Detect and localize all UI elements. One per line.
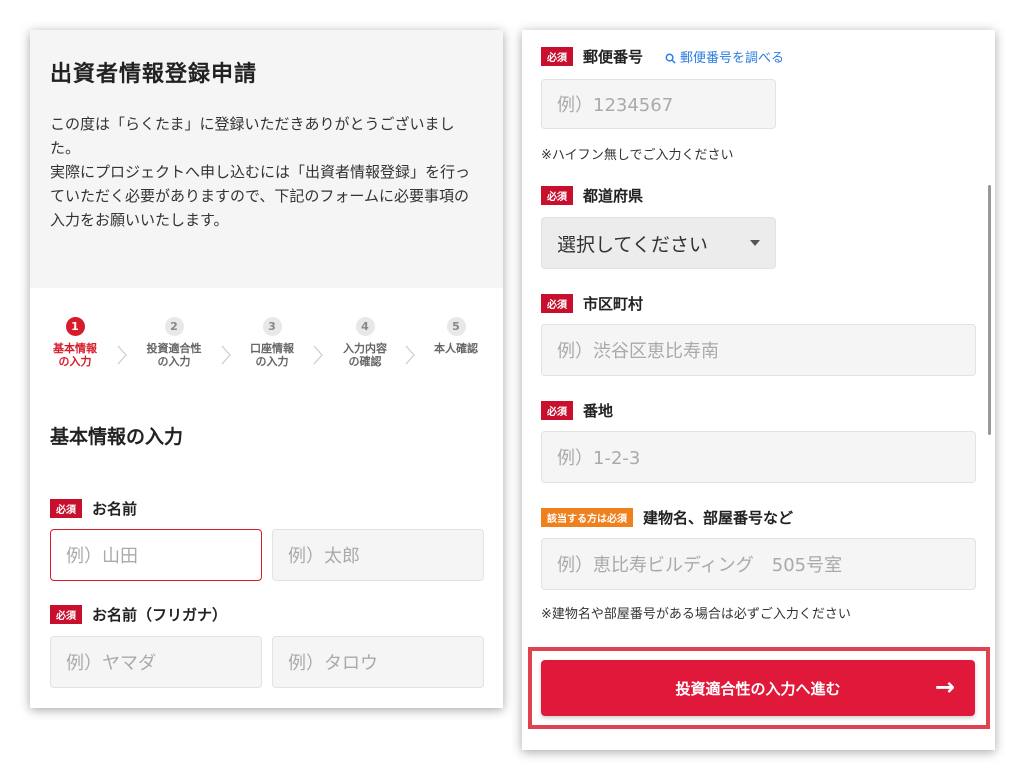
street-label: 番地 bbox=[583, 402, 614, 420]
step-4-label: 入力内容 の確認 bbox=[343, 342, 387, 368]
city-input[interactable]: 例）渋谷区恵比寿南 bbox=[541, 324, 976, 376]
kana-label: お名前（フリガナ） bbox=[92, 606, 228, 624]
name-label: お名前 bbox=[92, 500, 138, 518]
step-1-number: 1 bbox=[65, 317, 85, 336]
zip-input[interactable]: 例）1234567 bbox=[541, 79, 776, 129]
submit-button-label: 投資適合性の入力へ進む bbox=[675, 679, 841, 698]
building-input[interactable]: 例）恵比寿ビルディング 505号室 bbox=[541, 538, 976, 590]
name-label-row: 必須 お名前 bbox=[50, 498, 137, 519]
street-input[interactable]: 例）1-2-3 bbox=[541, 431, 976, 483]
chevron-right-icon bbox=[221, 345, 231, 365]
step-3-number: 3 bbox=[262, 317, 282, 336]
arrow-right-icon: → bbox=[934, 673, 955, 701]
step-3-label: 口座情報 の入力 bbox=[250, 342, 294, 368]
pref-label: 都道府県 bbox=[583, 187, 644, 205]
zip-label: 郵便番号 bbox=[583, 48, 644, 66]
building-note: ※建物名や部屋番号がある場合は必ずご入力ください bbox=[541, 607, 851, 622]
prefecture-select-value: 選択してください bbox=[557, 233, 708, 256]
scrollbar[interactable] bbox=[988, 185, 991, 435]
search-icon bbox=[665, 53, 676, 64]
zip-note: ※ハイフン無しでご入力ください bbox=[541, 148, 734, 163]
kana-label-row: 必須 お名前（フリガナ） bbox=[50, 604, 227, 625]
step-1-label: 基本情報 の入力 bbox=[53, 342, 97, 368]
required-badge: 必須 bbox=[541, 294, 573, 313]
chevron-right-icon bbox=[117, 345, 127, 365]
intro-text: この度は「らくたま」に登録いただきありがとうございました。 実際にプロジェクトへ… bbox=[50, 115, 471, 229]
first-name-kana-input[interactable]: 例）タロウ bbox=[272, 636, 484, 688]
caret-down-icon bbox=[750, 240, 760, 246]
step-3: 3 口座情報 の入力 bbox=[237, 317, 307, 368]
step-1: 1 基本情報 の入力 bbox=[40, 317, 110, 368]
progress-steps: 1 基本情報 の入力 2 投資適合性 の入力 3 口座情報 の入力 4 入力内容… bbox=[30, 317, 503, 387]
first-name-input[interactable]: 例）太郎 bbox=[272, 529, 484, 581]
building-label-row: 該当する方は必須 建物名、部屋番号など bbox=[541, 507, 793, 528]
step-4-number: 4 bbox=[355, 317, 375, 336]
section-title: 基本情報の入力 bbox=[50, 426, 184, 448]
required-badge: 必須 bbox=[50, 605, 82, 624]
zip-label-row: 必須 郵便番号 郵便番号を調べる bbox=[541, 46, 784, 67]
chevron-right-icon bbox=[405, 345, 415, 365]
step-5-label: 本人確認 bbox=[434, 342, 478, 355]
step-2-number: 2 bbox=[164, 317, 184, 336]
step-5-number: 5 bbox=[446, 317, 466, 336]
required-badge: 必須 bbox=[50, 499, 82, 518]
conditional-required-badge: 該当する方は必須 bbox=[541, 508, 633, 527]
step-2-label: 投資適合性 の入力 bbox=[146, 342, 202, 368]
step-5: 5 本人確認 bbox=[421, 317, 491, 355]
pref-label-row: 必須 都道府県 bbox=[541, 185, 643, 206]
prefecture-select[interactable]: 選択してください bbox=[541, 217, 776, 269]
city-label: 市区町村 bbox=[583, 295, 644, 313]
chevron-right-icon bbox=[313, 345, 323, 365]
step-2: 2 投資適合性 の入力 bbox=[139, 317, 209, 368]
required-badge: 必須 bbox=[541, 186, 573, 205]
zip-lookup-link-text: 郵便番号を調べる bbox=[680, 51, 785, 66]
submit-button[interactable]: 投資適合性の入力へ進む → bbox=[541, 660, 975, 716]
city-label-row: 必須 市区町村 bbox=[541, 293, 643, 314]
intro-section: 出資者情報登録申請 この度は「らくたま」に登録いただきありがとうございました。 … bbox=[30, 30, 503, 288]
page-title: 出資者情報登録申請 bbox=[50, 62, 258, 87]
zip-lookup-link[interactable]: 郵便番号を調べる bbox=[665, 51, 784, 66]
last-name-kana-input[interactable]: 例）ヤマダ bbox=[50, 636, 262, 688]
required-badge: 必須 bbox=[541, 47, 573, 66]
required-badge: 必須 bbox=[541, 401, 573, 420]
street-label-row: 必須 番地 bbox=[541, 400, 613, 421]
address-panel: 必須 郵便番号 郵便番号を調べる 例）1234567 ※ハイフン無しでご入力ください… bbox=[522, 30, 995, 750]
basic-info-panel: 出資者情報登録申請 この度は「らくたま」に登録いただきありがとうございました。 … bbox=[30, 30, 503, 708]
step-4: 4 入力内容 の確認 bbox=[330, 317, 400, 368]
last-name-input[interactable]: 例）山田 bbox=[50, 529, 262, 581]
building-label: 建物名、部屋番号など bbox=[643, 509, 794, 527]
